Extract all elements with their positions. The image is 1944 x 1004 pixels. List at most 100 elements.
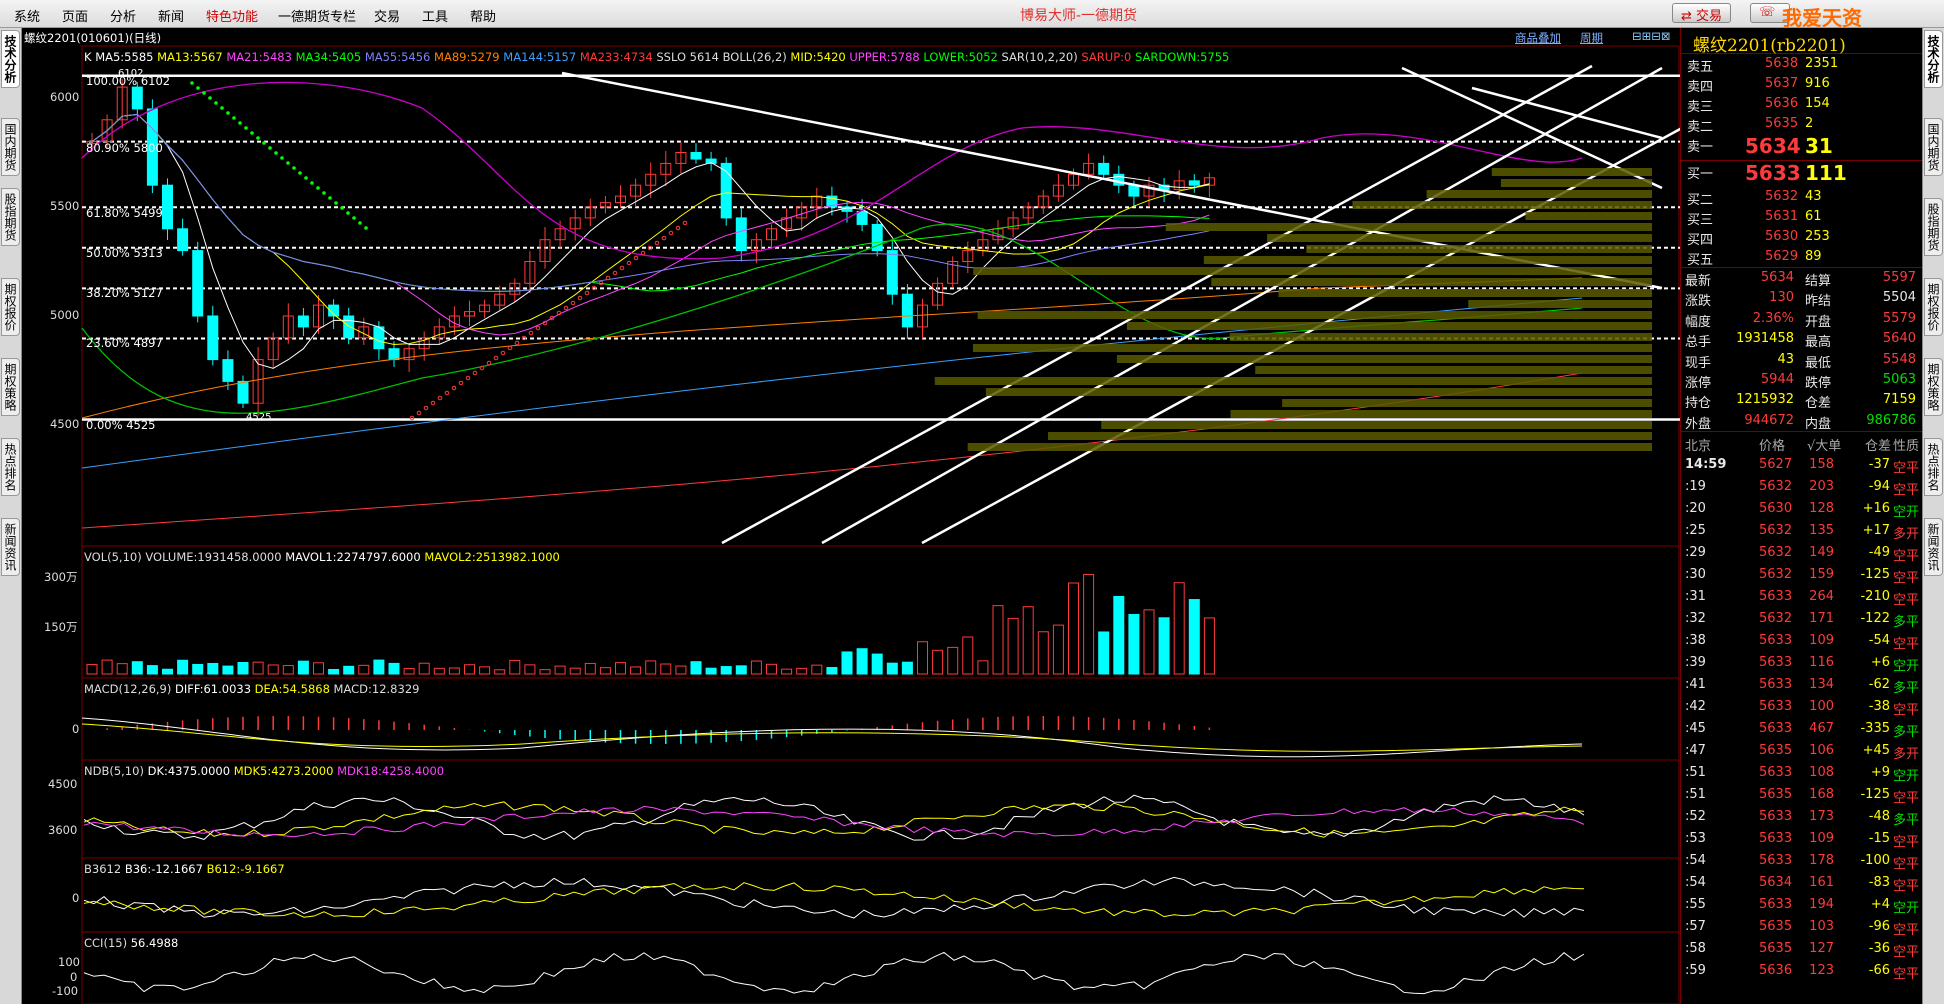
right-tab-option-strategy[interactable]: 期权策略: [1924, 358, 1943, 416]
menu-page[interactable]: 页面: [62, 6, 88, 25]
tick-price: 5632: [1759, 523, 1793, 539]
sar-dot: [654, 240, 660, 246]
volume-bar: [252, 661, 264, 675]
chart-area[interactable]: 螺纹2201(010601)(日线) 商品叠加 周期 ⊟⊞⊟⊠ K MA5:55…: [22, 28, 1680, 1004]
tick-volume: 467: [1809, 721, 1834, 737]
volume-bar: [645, 660, 657, 675]
tick-header-oi-change: 仓差: [1865, 439, 1892, 455]
bid-row[interactable]: 买五 5629 89: [1681, 247, 1922, 268]
tick-list[interactable]: 14:59 5627 158 -37 空平:19 5632 203 -94 空平:20 5630 1…: [1681, 454, 1922, 982]
ask-label: 卖四: [1687, 80, 1714, 95]
period-link[interactable]: 周期: [1580, 30, 1603, 46]
volume-bar: [766, 663, 777, 675]
right-tab-index-futures[interactable]: 股指期货: [1924, 198, 1943, 256]
tick-time: :42: [1685, 699, 1706, 715]
side-tab-news[interactable]: 新闻资讯: [1, 518, 20, 576]
menu-system[interactable]: 系统: [14, 6, 40, 25]
volume-profile-bar: [1426, 190, 1652, 198]
tick-nature: 空开: [1893, 769, 1920, 785]
sar-dot: [535, 325, 541, 331]
sar-dot: [346, 211, 350, 215]
volume-profile-bar: [1203, 256, 1652, 264]
volume-profile-bar: [1165, 223, 1652, 231]
menu-yide-column[interactable]: 一德期货专栏: [278, 6, 356, 25]
candle: [690, 152, 702, 160]
side-tab-domestic-futures[interactable]: 国内期货: [1, 118, 20, 176]
volume-profile-bar: [1126, 322, 1652, 330]
sar-dot: [507, 345, 513, 351]
tick-oi-change: -15: [1868, 831, 1890, 847]
menu-tools[interactable]: 工具: [422, 6, 448, 25]
trade-button[interactable]: ⇄ 交易: [1672, 3, 1732, 24]
volume-bar: [1083, 573, 1095, 675]
menu-help[interactable]: 帮助: [470, 6, 496, 25]
ask-row[interactable]: 卖四 5637 916: [1681, 74, 1922, 95]
tick-price: 5635: [1759, 787, 1793, 803]
right-tab-domestic-futures[interactable]: 国内期货: [1924, 118, 1943, 176]
volume-bar: [720, 666, 732, 675]
sar-dot: [437, 395, 443, 401]
tick-price: 5632: [1759, 545, 1793, 561]
tick-nature: 空平: [1893, 945, 1920, 961]
kline-chart[interactable]: [22, 28, 1680, 1004]
macd-dea-line: [81, 723, 1583, 752]
ask-row[interactable]: 卖一 5634 31: [1681, 134, 1922, 160]
volume-bar: [388, 662, 400, 675]
tick-nature: 多开: [1893, 527, 1920, 543]
bid-row[interactable]: 买三 5631 61: [1681, 207, 1922, 228]
sar-dot: [238, 121, 242, 125]
side-tab-option-strategy[interactable]: 期权策略: [1, 358, 20, 416]
volume-bar: [705, 667, 717, 675]
bid-row[interactable]: 买一 5633 111: [1681, 161, 1922, 187]
symbol-label: 螺纹2201(010601)(日线): [24, 31, 162, 45]
volume-bar: [992, 605, 1004, 675]
window-controls-icon[interactable]: ⊟⊞⊟⊠: [1632, 29, 1671, 43]
tick-row: :51 5635 168 -125 空平: [1681, 784, 1922, 806]
candle: [343, 315, 355, 339]
ask-volume: 31: [1805, 134, 1833, 158]
chat-icon: ☏: [1759, 5, 1776, 20]
right-tab-news[interactable]: 新闻资讯: [1924, 518, 1943, 576]
ask-row[interactable]: 卖二 5635 2: [1681, 114, 1922, 135]
stat-value: 5640: [1882, 331, 1916, 347]
stat-value: 5944: [1760, 371, 1794, 387]
overlay-link[interactable]: 商品叠加: [1515, 30, 1561, 46]
volume-profile-bar: [1306, 245, 1652, 253]
menu-features[interactable]: 特色功能: [206, 6, 258, 25]
ndb-title: NDB(5,10): [84, 764, 144, 778]
ndb-axis-4500: 4500: [48, 777, 78, 791]
side-tab-technical[interactable]: 技术分析: [1, 30, 20, 88]
candle: [237, 380, 249, 404]
menu-trade[interactable]: 交易: [374, 6, 400, 25]
menu-analysis[interactable]: 分析: [110, 6, 136, 25]
volume-profile-bar: [1525, 212, 1652, 220]
tick-time: :19: [1685, 479, 1706, 495]
tick-oi-change: +45: [1862, 743, 1890, 759]
ask-row[interactable]: 卖五 5638 2351: [1681, 54, 1922, 75]
menu-bar: 系统 页面 分析 新闻 特色功能 一德期货专栏 交易 工具 帮助 博易大师-一德…: [0, 0, 1944, 55]
tick-price: 5634: [1759, 875, 1793, 891]
ask-row[interactable]: 卖三 5636 154: [1681, 94, 1922, 115]
tick-time: :20: [1685, 501, 1706, 517]
tick-time: :51: [1685, 787, 1706, 803]
side-tab-option-quotes[interactable]: 期权报价: [1, 278, 20, 336]
tick-oi-change: +16: [1862, 501, 1890, 517]
volume-bar: [237, 661, 249, 675]
tick-nature: 空平: [1893, 571, 1920, 587]
stat-value: 5634: [1760, 270, 1794, 285]
sar-dot: [444, 390, 450, 396]
menu-news[interactable]: 新闻: [158, 6, 184, 25]
sardown-value: SARDOWN:5755: [1134, 50, 1230, 64]
sar-dot: [682, 220, 688, 226]
side-tab-index-futures[interactable]: 股指期货: [1, 188, 20, 246]
right-tab-technical[interactable]: 技术分析: [1924, 30, 1943, 88]
right-tab-hot-rank[interactable]: 热点排名: [1924, 438, 1943, 496]
tick-nature: 空平: [1893, 835, 1920, 851]
side-tab-hot-rank[interactable]: 热点排名: [1, 438, 20, 496]
right-tab-option-quotes[interactable]: 期权报价: [1924, 278, 1943, 336]
tick-time: :54: [1685, 875, 1706, 891]
tick-price: 5635: [1759, 941, 1793, 957]
volume-bar: [962, 636, 974, 675]
bid-row[interactable]: 买四 5630 253: [1681, 227, 1922, 248]
bid-row[interactable]: 买二 5632 43: [1681, 187, 1922, 208]
